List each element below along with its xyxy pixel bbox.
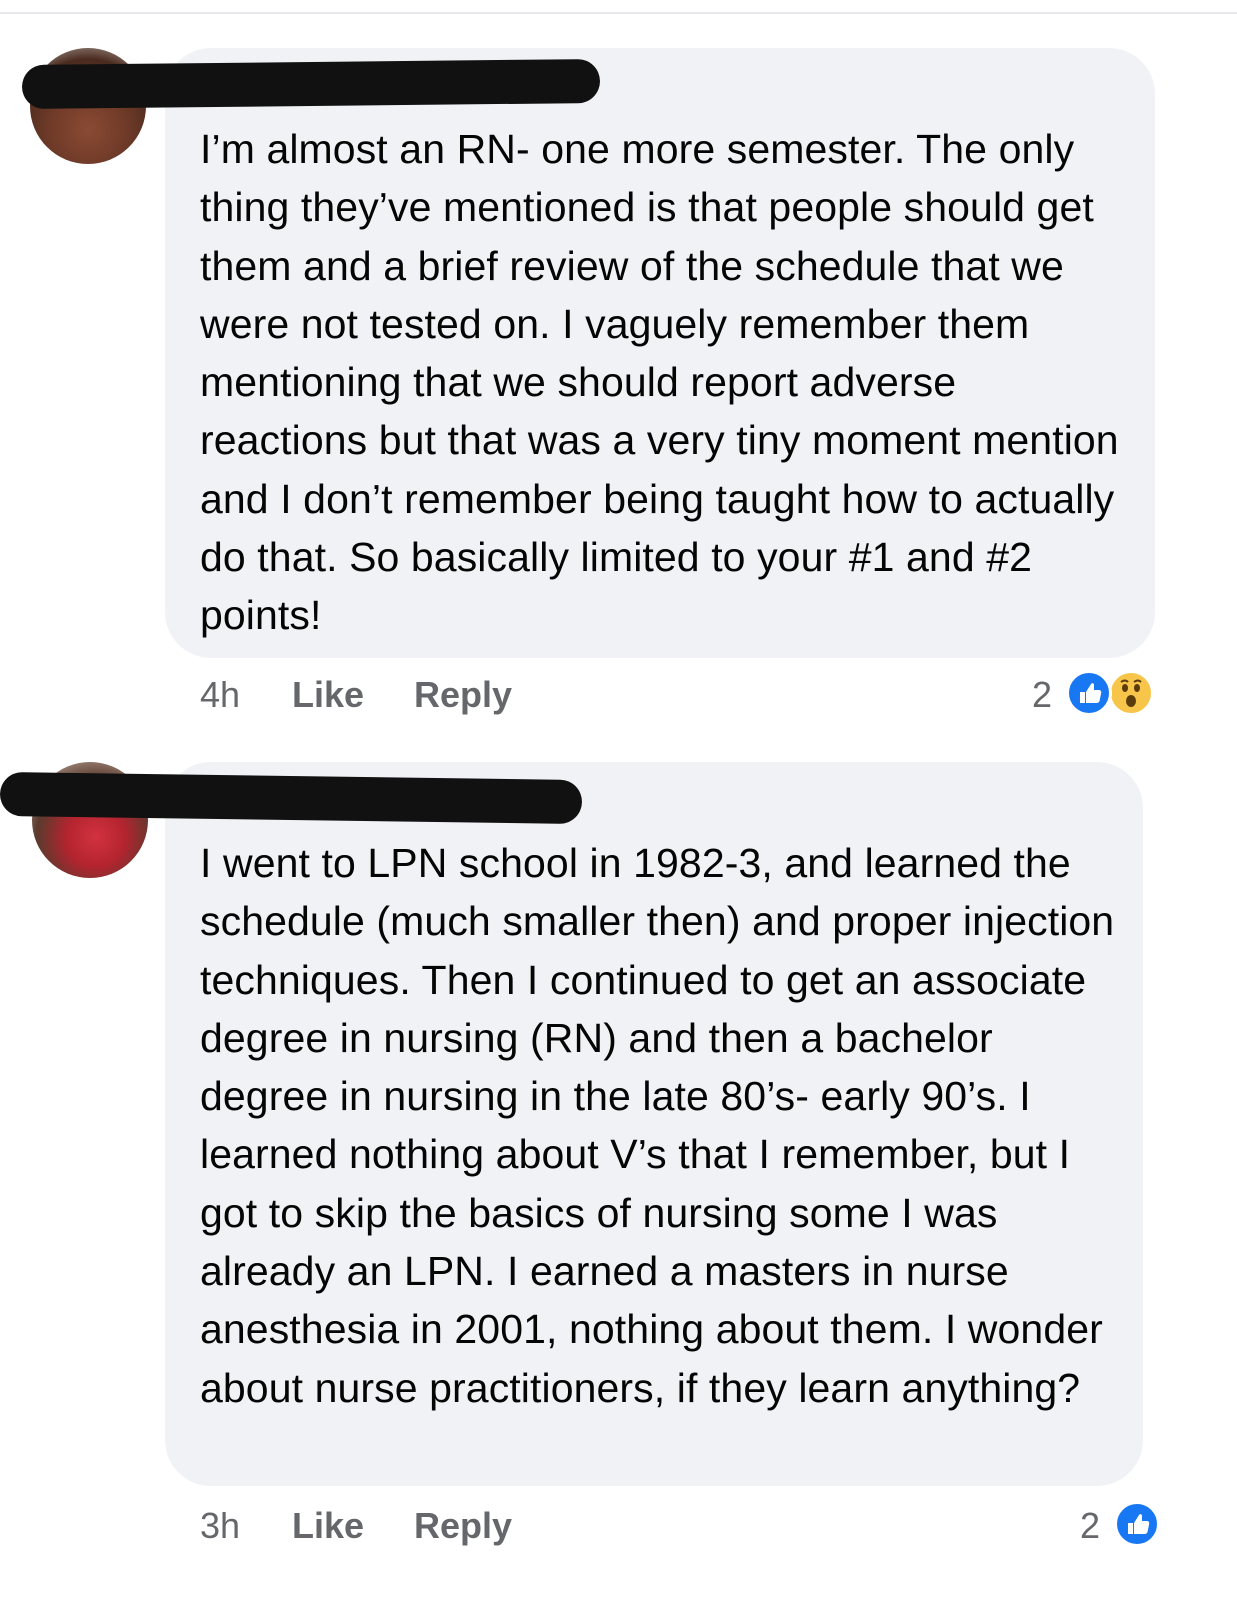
like-reaction-icon <box>1114 1501 1160 1547</box>
comment-timestamp[interactable]: 3h <box>200 1505 240 1547</box>
reply-button[interactable]: Reply <box>414 1505 512 1547</box>
comment-timestamp[interactable]: 4h <box>200 674 240 716</box>
reaction-summary[interactable]: 2 <box>1078 1499 1168 1549</box>
comment-text: I went to LPN school in 1982-3, and lear… <box>200 840 1115 1411</box>
top-divider <box>0 12 1237 14</box>
like-button[interactable]: Like <box>292 1505 364 1547</box>
wow-reaction-icon <box>1108 670 1154 716</box>
redacted-author-name <box>0 771 583 825</box>
reaction-count: 2 <box>1032 674 1053 715</box>
reaction-count: 2 <box>1080 1505 1101 1546</box>
like-button[interactable]: Like <box>292 674 364 716</box>
redacted-author-name <box>21 58 601 110</box>
reply-button[interactable]: Reply <box>414 674 512 716</box>
like-reaction-icon <box>1066 670 1112 716</box>
comment-text: I’m almost an RN- one more semester. The… <box>200 126 1119 639</box>
reaction-summary[interactable]: 2 <box>1030 668 1165 718</box>
